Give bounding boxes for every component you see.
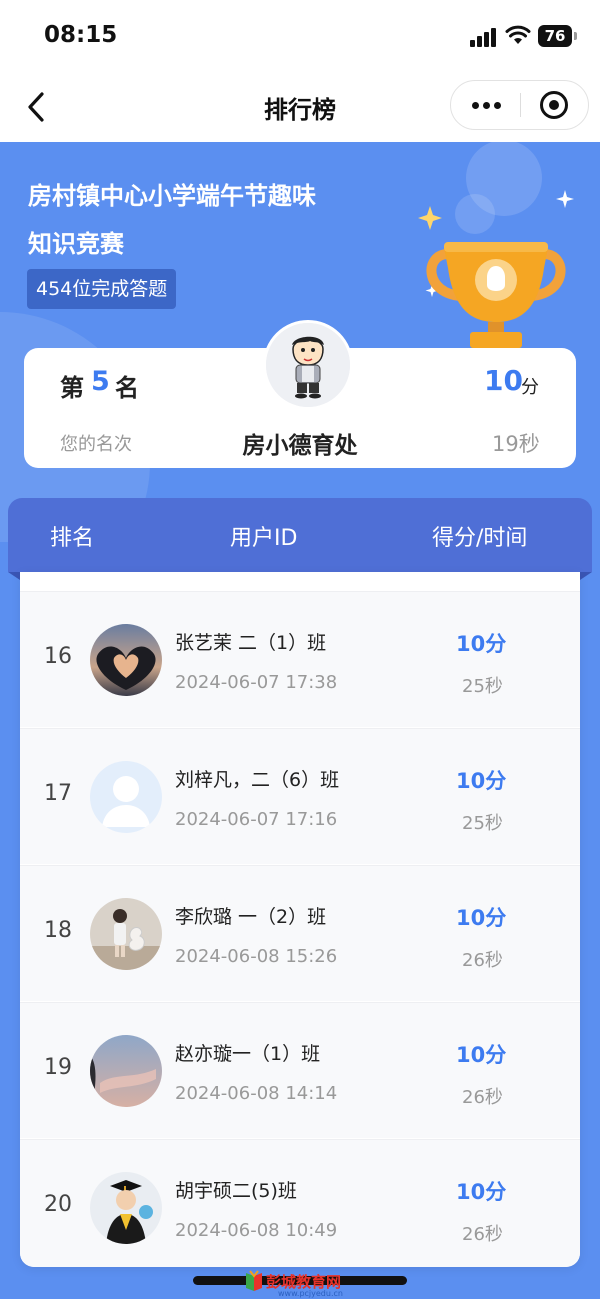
miniprogram-capsule [450, 80, 589, 130]
leaderboard-row[interactable]: 19 赵亦璇一（1）班 2024-06-08 14:14 10分 26秒 [20, 1002, 580, 1138]
user-name: 赵亦璇一（1）班 [175, 1043, 321, 1065]
row-rank: 20 [44, 1192, 72, 1217]
user-name: 胡宇硕二(5)班 [175, 1180, 297, 1202]
girl-balloon-avatar [90, 898, 162, 970]
user-score: 10分 [456, 769, 507, 793]
rank-suffix: 名 [115, 374, 139, 402]
leaderboard-row[interactable]: 20 胡宇硕二(5)班 2024-06-08 10:49 10分 26秒 [20, 1139, 580, 1267]
my-score: 10 [484, 364, 523, 397]
leaderboard-header: 排名 用户ID 得分/时间 [8, 498, 592, 572]
book-logo-icon [246, 1270, 262, 1291]
more-options-icon[interactable] [451, 81, 520, 129]
row-rank: 17 [44, 781, 72, 806]
row-rank: 19 [44, 1055, 72, 1080]
leaderboard-list: 16 张艺茉 二（1）班 2024-06-07 17:38 10分 25秒 17… [20, 572, 580, 1267]
my-score-unit: 分 [521, 377, 539, 398]
submit-datetime: 2024-06-07 17:38 [175, 672, 338, 693]
signal-icon [470, 27, 498, 47]
user-score: 10分 [456, 1043, 507, 1067]
ribbon-fold-right [580, 572, 592, 580]
user-time: 26秒 [462, 1224, 503, 1245]
watermark: 彭城教育网 www.pcjyedu.cn [244, 1270, 343, 1298]
user-avatar [90, 1172, 162, 1244]
my-time: 19秒 [492, 432, 540, 456]
quiz-title-line1: 房村镇中心小学端午节趣味 [28, 182, 316, 210]
user-score: 10分 [456, 1180, 507, 1204]
submit-datetime: 2024-06-08 14:14 [175, 1083, 338, 1104]
quiz-title: 房村镇中心小学端午节趣味 知识竞赛 [28, 172, 388, 268]
user-avatar [90, 761, 162, 833]
user-time: 26秒 [462, 950, 503, 971]
submit-datetime: 2024-06-07 17:16 [175, 809, 338, 830]
leaderboard-row[interactable]: 16 张艺茉 二（1）班 2024-06-07 17:38 10分 25秒 [20, 591, 580, 727]
nav-bar: 排行榜 [0, 72, 600, 142]
graduation-child-avatar [90, 1172, 162, 1244]
submit-datetime: 2024-06-08 10:49 [175, 1220, 338, 1241]
status-time: 08:15 [44, 22, 118, 48]
user-score: 10分 [456, 906, 507, 930]
heart-hands-sunset-avatar [90, 624, 162, 696]
user-name: 刘梓凡，二（6）班 [175, 769, 340, 791]
row-rank: 18 [44, 918, 72, 943]
cartoon-boy-avatar [266, 323, 350, 407]
close-miniprogram-icon[interactable] [540, 91, 568, 119]
user-avatar [90, 898, 162, 970]
default-user-avatar [90, 761, 162, 833]
trophy-icon [418, 190, 574, 348]
wifi-icon [505, 25, 531, 44]
user-name: 张艺茉 二（1）班 [175, 632, 327, 654]
user-time: 26秒 [462, 1087, 503, 1108]
user-name: 李欣璐 一（2）班 [175, 906, 327, 928]
completed-count-badge: 454位完成答题 [27, 269, 177, 309]
sky-clouds-avatar [90, 1035, 162, 1107]
user-time: 25秒 [462, 676, 503, 697]
user-score: 10分 [456, 632, 507, 656]
rank-prefix: 第 [60, 374, 84, 402]
my-avatar[interactable] [263, 320, 353, 410]
user-avatar [90, 1035, 162, 1107]
capsule-divider [520, 93, 521, 117]
row-rank: 16 [44, 644, 72, 669]
my-rank-number: 5 [91, 366, 110, 397]
column-rank: 排名 [50, 526, 95, 551]
ribbon-fold-left [8, 572, 20, 580]
user-avatar [90, 624, 162, 696]
submit-datetime: 2024-06-08 15:26 [175, 946, 338, 967]
status-bar: 08:15 76 [0, 0, 600, 72]
leaderboard-row[interactable]: 18 李欣璐 一（2）班 2024-06-08 15:26 10分 26秒 [20, 865, 580, 1001]
column-user-id: 用户ID [230, 526, 298, 551]
watermark-url: www.pcjyedu.cn [278, 1289, 343, 1298]
battery-icon: 76 [538, 25, 577, 47]
user-time: 25秒 [462, 813, 503, 834]
column-score-time: 得分/时间 [432, 526, 528, 551]
quiz-title-line2: 知识竞赛 [28, 230, 124, 258]
leaderboard-row[interactable]: 17 刘梓凡，二（6）班 2024-06-07 17:16 10分 25秒 [20, 728, 580, 864]
